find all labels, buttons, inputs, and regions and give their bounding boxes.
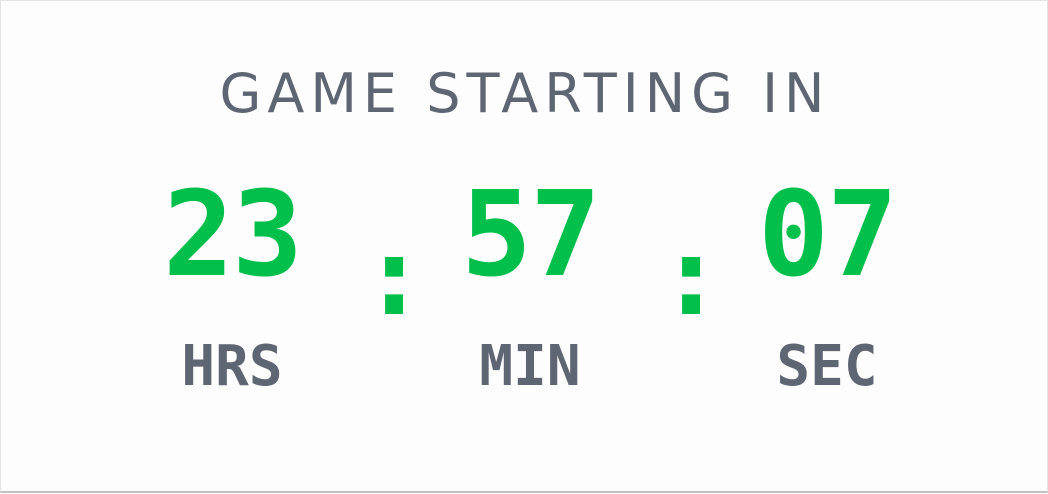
- countdown-panel: GAME STARTING IN 23 HRS : 57 MIN : 07 SE…: [0, 0, 1048, 493]
- minutes-value: 57: [460, 165, 601, 303]
- countdown-title: GAME STARTING IN: [219, 62, 831, 125]
- hours-value: 23: [162, 165, 303, 303]
- hours-label: HRS: [181, 334, 283, 399]
- seconds-label: SEC: [776, 334, 878, 399]
- separator-colon: :: [361, 212, 428, 340]
- countdown-minutes: 57 MIN: [420, 169, 640, 397]
- countdown-hours: 23 HRS: [122, 169, 342, 397]
- separator-colon: :: [658, 212, 725, 340]
- seconds-value: 07: [757, 165, 898, 303]
- countdown-seconds: 07 SEC: [717, 169, 937, 397]
- minutes-label: MIN: [479, 334, 581, 399]
